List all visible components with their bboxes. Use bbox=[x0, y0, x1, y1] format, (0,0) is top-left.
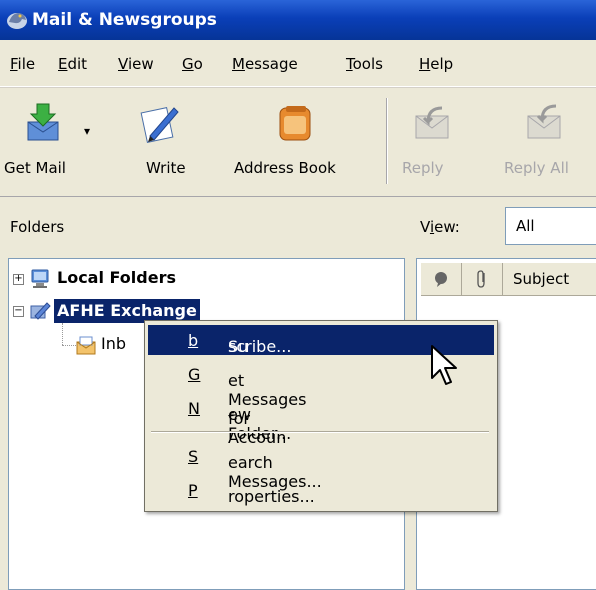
tree-line bbox=[62, 345, 76, 346]
menu-file[interactable]: File bbox=[10, 55, 35, 73]
write-icon bbox=[140, 107, 179, 143]
menu-bar: File Edit View Go Message Tools Help bbox=[0, 40, 596, 87]
menu-separator bbox=[151, 431, 489, 433]
thread-icon bbox=[435, 272, 447, 287]
reply-all-button[interactable]: Reply All bbox=[496, 88, 596, 196]
column-header-attachment[interactable] bbox=[462, 263, 503, 296]
subject-column-label: Subject bbox=[513, 270, 570, 288]
toolbar-separator bbox=[386, 98, 388, 184]
reply-icon bbox=[415, 106, 449, 139]
column-header-thread[interactable] bbox=[421, 263, 462, 296]
local-folders-icon bbox=[31, 269, 49, 288]
menu-item-search-messages[interactable]: Search Messages... bbox=[148, 441, 494, 491]
get-mail-label: Get Mail bbox=[4, 159, 66, 177]
menu-help[interactable]: Help bbox=[419, 55, 453, 73]
reply-label: Reply bbox=[402, 159, 444, 177]
view-select-value: All bbox=[516, 217, 535, 235]
menu-item-properties[interactable]: Properties... bbox=[148, 475, 494, 506]
get-mail-icon bbox=[27, 103, 59, 141]
inbox-icon bbox=[76, 336, 96, 355]
address-book-icon bbox=[279, 106, 311, 141]
mouse-cursor-icon bbox=[431, 345, 457, 385]
column-header-subject[interactable]: Subject bbox=[503, 263, 596, 296]
expand-icon[interactable]: + bbox=[13, 274, 24, 285]
collapse-icon[interactable]: − bbox=[13, 306, 24, 317]
tree-item-label: Local Folders bbox=[57, 268, 176, 287]
view-label: View: bbox=[420, 218, 460, 236]
reply-all-label: Reply All bbox=[504, 159, 569, 177]
folders-pane-header: Folders bbox=[0, 196, 405, 256]
title-bar[interactable]: Mail & Newsgroups bbox=[0, 0, 596, 40]
get-mail-button[interactable]: ▾ Get Mail bbox=[0, 88, 106, 196]
tree-line bbox=[62, 323, 63, 345]
view-select[interactable]: All bbox=[505, 207, 596, 245]
main-toolbar: ▾ Get Mail Write Address Book Reply Repl… bbox=[0, 87, 596, 197]
folders-header-label: Folders bbox=[10, 218, 65, 236]
menu-message[interactable]: Message bbox=[232, 55, 298, 73]
address-book-button[interactable]: Address Book bbox=[220, 88, 370, 196]
window-title: Mail & Newsgroups bbox=[32, 10, 217, 30]
menu-go[interactable]: Go bbox=[182, 55, 203, 73]
write-label: Write bbox=[146, 159, 186, 177]
menu-tools[interactable]: Tools bbox=[346, 55, 383, 73]
paperclip-icon bbox=[477, 270, 485, 288]
reply-button[interactable]: Reply bbox=[394, 88, 474, 196]
get-mail-dropdown-icon[interactable]: ▾ bbox=[84, 124, 90, 138]
write-button[interactable]: Write bbox=[116, 88, 196, 196]
tree-item-label: Inb bbox=[101, 334, 127, 353]
reply-all-icon bbox=[527, 104, 561, 139]
mozilla-app-icon bbox=[7, 13, 27, 29]
menu-view[interactable]: View bbox=[118, 55, 154, 73]
tree-item-local-folders[interactable]: + Local Folders bbox=[9, 267, 309, 291]
address-book-label: Address Book bbox=[234, 159, 336, 177]
menu-item-new-folder[interactable]: New Folder... bbox=[148, 393, 494, 443]
mail-account-icon bbox=[30, 302, 51, 320]
menu-edit[interactable]: Edit bbox=[58, 55, 87, 73]
